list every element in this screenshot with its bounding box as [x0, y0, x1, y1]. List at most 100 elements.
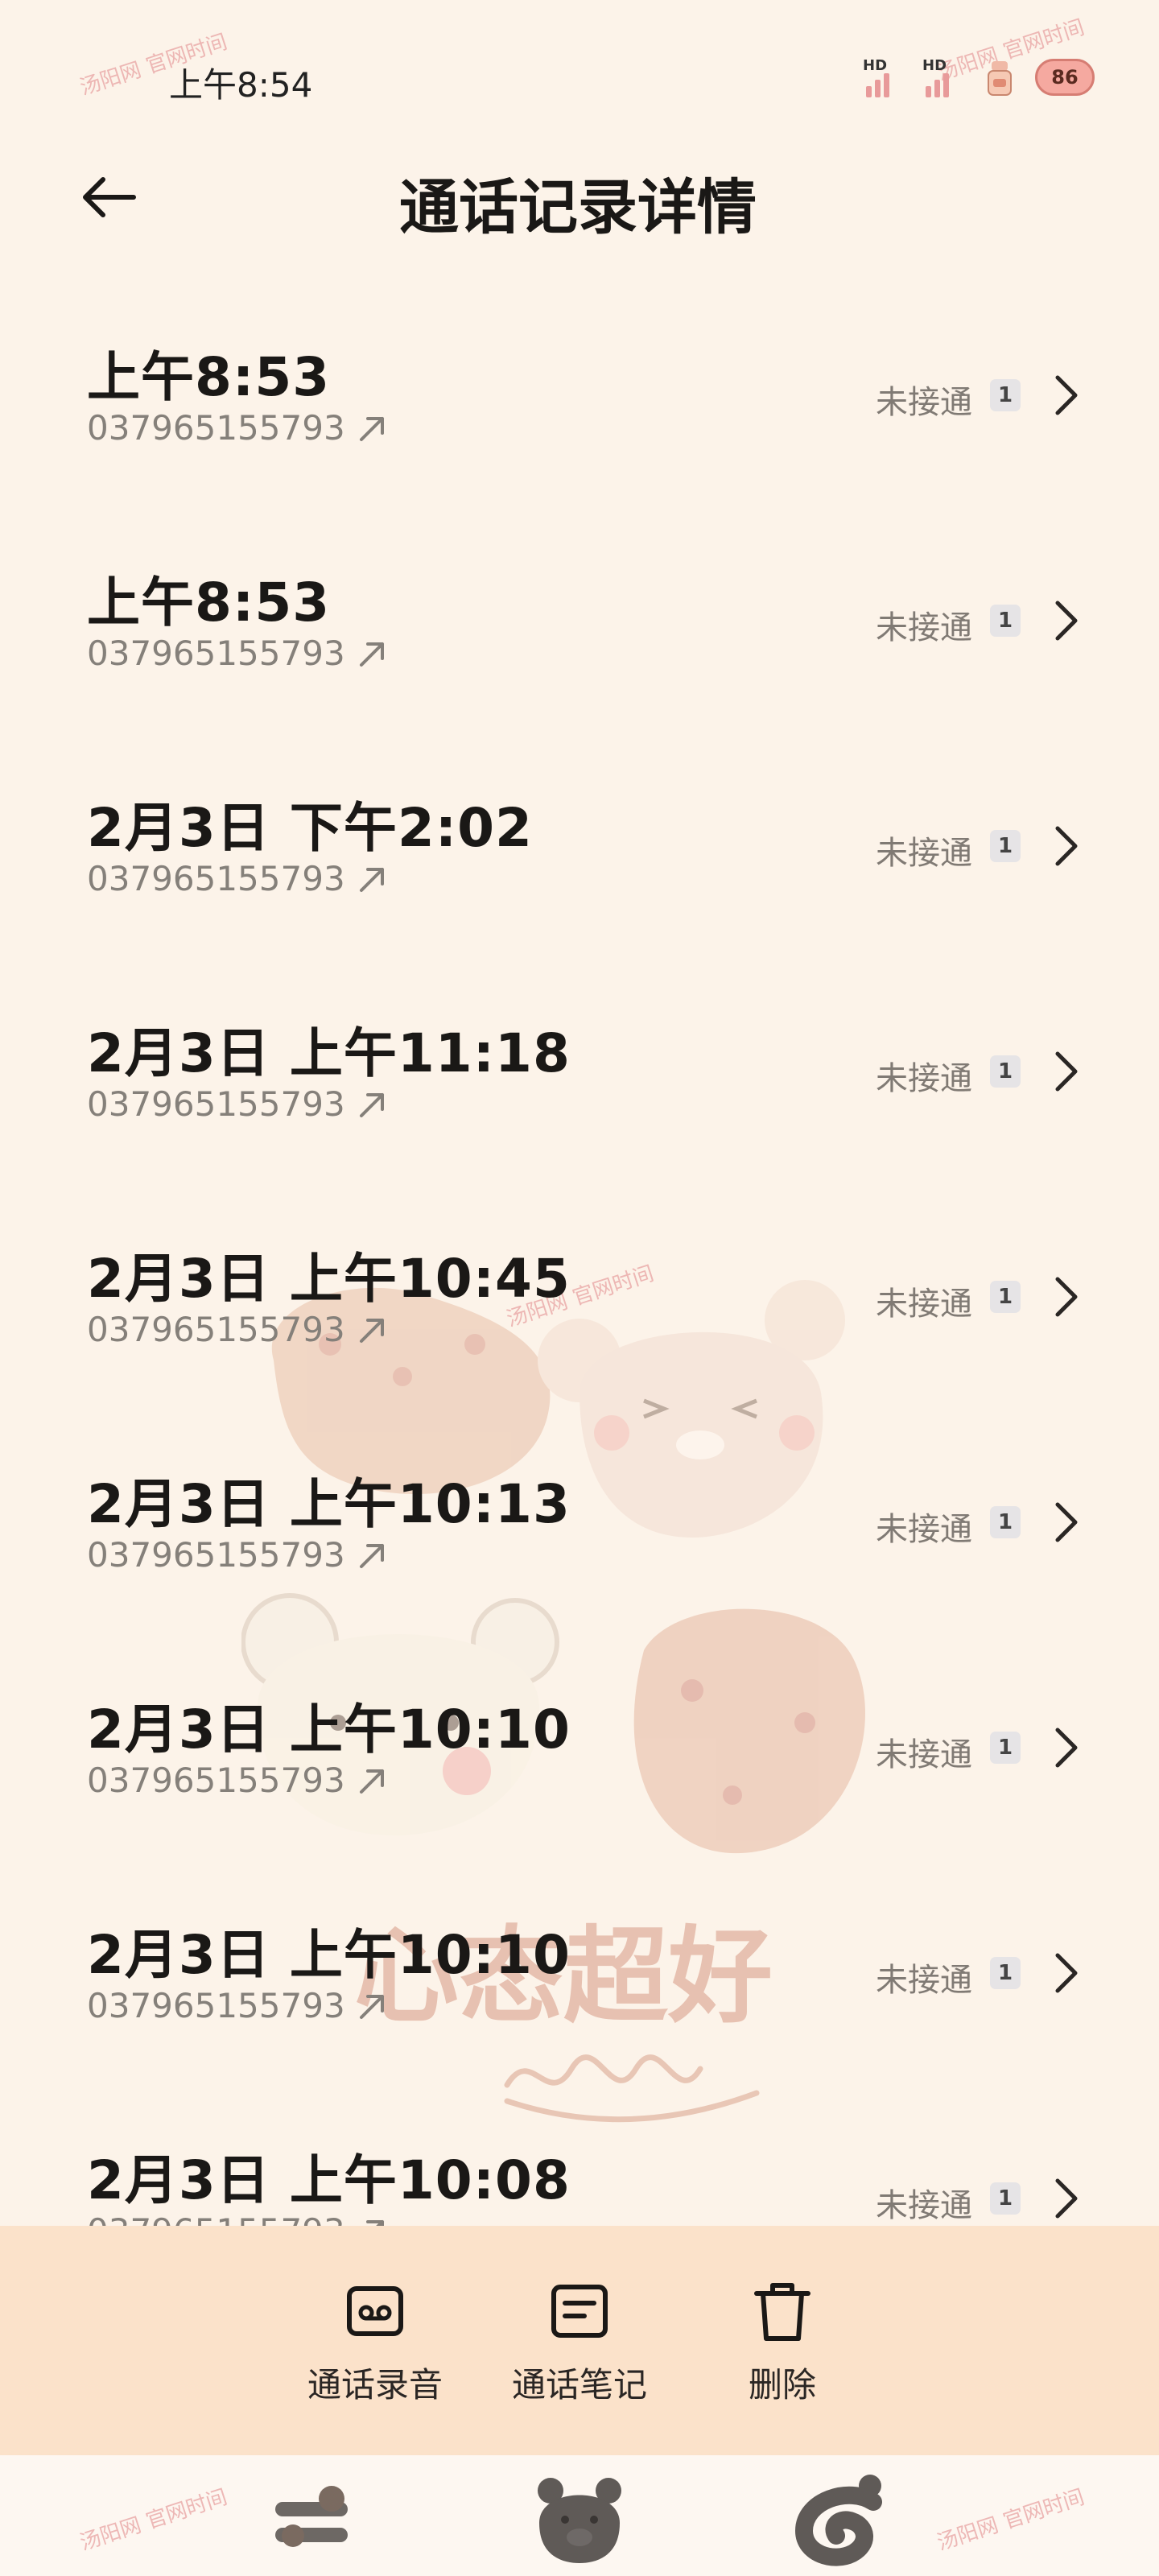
call-number-line: 037965155793 [87, 1310, 389, 1349]
call-time: 2月3日 下午2:02 [87, 797, 533, 859]
sim-badge: 1 [990, 1281, 1021, 1313]
call-number-line: 037965155793 [87, 1084, 389, 1124]
sim-badge: 1 [990, 1506, 1021, 1538]
status-bar: 汤阳网 官网时间 上午8:54 汤阳网 官网时间 HD HD 86 [0, 0, 1159, 145]
call-row[interactable]: 2月3日 上午10:13 037965155793 未接通 1 [0, 1413, 1159, 1638]
call-number: 037965155793 [87, 859, 345, 898]
call-status: 未接通 [876, 609, 972, 646]
call-number-line: 037965155793 [87, 634, 389, 673]
recent-apps-button[interactable] [266, 2470, 362, 2566]
notes-icon [551, 2285, 608, 2338]
call-status: 未接通 [876, 384, 972, 421]
call-status: 未接通 [876, 835, 972, 872]
call-time: 上午8:53 [87, 346, 331, 408]
outgoing-call-icon [359, 416, 384, 441]
call-recording-button[interactable]: 通话录音 [287, 2274, 464, 2407]
sim-badge: 1 [990, 1957, 1021, 1989]
chevron-right-icon [1055, 1953, 1078, 1993]
call-number-line: 037965155793 [87, 1535, 389, 1575]
outgoing-call-icon [359, 1318, 384, 1343]
navigation-bar: 汤阳网 官网时间 汤阳网 官网时间 [0, 2455, 1159, 2576]
chevron-right-icon [1055, 375, 1078, 415]
outgoing-call-icon [359, 1543, 384, 1568]
call-time: 2月3日 上午10:10 [87, 1924, 571, 1986]
call-row[interactable]: 2月3日 上午10:08 037965155793 未接通 1 [0, 2089, 1159, 2226]
call-number: 037965155793 [87, 408, 345, 448]
call-number: 037965155793 [87, 1535, 345, 1575]
call-number: 037965155793 [87, 2211, 345, 2226]
chevron-right-icon [1055, 1277, 1078, 1317]
battery-indicator: 86 [1035, 59, 1095, 96]
trash-icon [754, 2283, 810, 2341]
call-number: 037965155793 [87, 1084, 345, 1124]
call-number: 037965155793 [87, 1986, 345, 2025]
call-time: 2月3日 上午11:18 [87, 1022, 571, 1084]
sim-badge: 1 [990, 1732, 1021, 1764]
delete-label: 删除 [748, 2365, 816, 2405]
call-number-line: 037965155793 [87, 408, 389, 448]
call-number-line: 037965155793 [87, 2211, 389, 2226]
outgoing-call-icon [359, 867, 384, 892]
signal-icon: HD [863, 57, 905, 97]
chevron-right-icon [1055, 2178, 1078, 2219]
call-row[interactable]: 上午8:53 037965155793 未接通 1 [0, 511, 1159, 737]
sim-badge: 1 [990, 830, 1021, 862]
home-icon [538, 2478, 621, 2563]
call-status: 未接通 [876, 1060, 972, 1097]
outgoing-call-icon [359, 642, 384, 667]
call-row[interactable]: 2月3日 上午10:10 037965155793 未接通 1 [0, 1864, 1159, 2089]
call-time: 2月3日 上午10:10 [87, 1699, 571, 1761]
call-status: 未接通 [876, 2187, 972, 2224]
watermark: 汤阳网 官网时间 [934, 2485, 1088, 2556]
outgoing-call-icon [359, 1769, 384, 1794]
call-number-line: 037965155793 [87, 1761, 389, 1800]
call-number-line: 037965155793 [87, 859, 389, 898]
call-recording-label: 通话录音 [307, 2365, 443, 2405]
chevron-right-icon [1055, 1051, 1078, 1092]
page-title: 通话记录详情 [399, 173, 757, 242]
call-status: 未接通 [876, 1962, 972, 1999]
call-time: 2月3日 上午10:08 [87, 2149, 571, 2211]
call-log-list: 上午8:53 037965155793 未接通 1 上午8:53 0379651… [0, 286, 1159, 2226]
call-status: 未接通 [876, 1736, 972, 1773]
header: 通话记录详情 [0, 145, 1159, 250]
back-nav-icon [794, 2475, 882, 2566]
call-row[interactable]: 2月3日 下午2:02 037965155793 未接通 1 [0, 737, 1159, 962]
call-row[interactable]: 2月3日 上午11:18 037965155793 未接通 1 [0, 962, 1159, 1187]
sim-badge: 1 [990, 1055, 1021, 1088]
call-time: 上午8:53 [87, 572, 331, 634]
call-status: 未接通 [876, 1511, 972, 1548]
wifi-icon [982, 56, 1017, 98]
call-row[interactable]: 2月3日 上午10:45 037965155793 未接通 1 [0, 1187, 1159, 1413]
call-time: 2月3日 上午10:45 [87, 1248, 571, 1310]
status-icons: HD HD 86 [863, 56, 1095, 98]
call-number: 037965155793 [87, 1761, 345, 1800]
outgoing-call-icon [359, 1994, 384, 2019]
status-time: 上午8:54 [169, 65, 313, 105]
chevron-right-icon [1055, 1502, 1078, 1542]
call-status: 未接通 [876, 1286, 972, 1323]
chevron-right-icon [1055, 1728, 1078, 1768]
call-number: 037965155793 [87, 634, 345, 673]
menu-icon [275, 2486, 348, 2547]
sim-badge: 1 [990, 2182, 1021, 2215]
sim-badge: 1 [990, 379, 1021, 411]
action-bar: 通话录音 通话笔记 删除 [0, 2226, 1159, 2455]
delete-button[interactable]: 删除 [694, 2274, 871, 2407]
call-notes-label: 通话笔记 [511, 2365, 647, 2405]
call-row[interactable]: 2月3日 上午10:10 037965155793 未接通 1 [0, 1638, 1159, 1864]
back-nav-button[interactable] [793, 2470, 889, 2566]
call-number: 037965155793 [87, 1310, 345, 1349]
sim-badge: 1 [990, 605, 1021, 637]
call-time: 2月3日 上午10:13 [87, 1473, 571, 1535]
outgoing-call-icon [359, 1092, 384, 1117]
home-button[interactable] [531, 2470, 628, 2566]
call-notes-button[interactable]: 通话笔记 [491, 2274, 668, 2407]
signal-icon: HD [922, 57, 964, 97]
chevron-right-icon [1055, 826, 1078, 866]
chevron-right-icon [1055, 601, 1078, 641]
call-row[interactable]: 上午8:53 037965155793 未接通 1 [0, 286, 1159, 511]
recording-icon [347, 2286, 403, 2336]
watermark: 汤阳网 官网时间 [76, 2485, 231, 2556]
call-number-line: 037965155793 [87, 1986, 389, 2025]
